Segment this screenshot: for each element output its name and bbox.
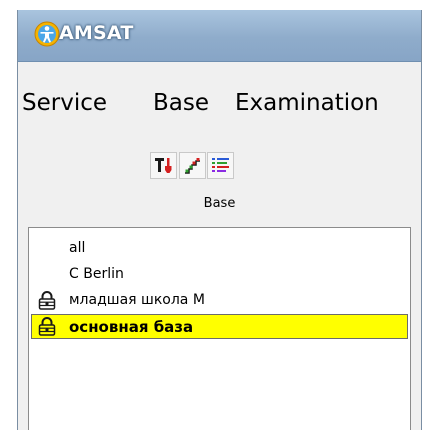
- list-item-label: C Berlin: [69, 266, 124, 282]
- list-item[interactable]: all: [31, 236, 408, 261]
- toolbar-group-label: Base: [203, 196, 236, 211]
- lock-icon: [38, 317, 56, 336]
- base-toolbar-group: Base: [18, 140, 421, 220]
- app-window: AMSAT Service Base Examination Base all …: [17, 10, 422, 430]
- chart-button[interactable]: [179, 152, 206, 179]
- list-item-label: младшая школа М: [69, 292, 205, 308]
- list-item-label: основная база: [69, 318, 194, 336]
- person-logo-icon: [34, 21, 60, 47]
- tools-button[interactable]: [150, 152, 177, 179]
- stairs-chart-icon: [185, 158, 200, 174]
- color-list-icon: [212, 158, 229, 172]
- app-title: AMSAT: [59, 22, 134, 44]
- list-item-selected[interactable]: основная база: [31, 314, 408, 339]
- menu-examination[interactable]: Examination: [235, 90, 379, 116]
- lock-icon: [38, 291, 56, 310]
- list-button[interactable]: [207, 152, 234, 179]
- list-item[interactable]: младшая школа М: [31, 288, 408, 313]
- list-item-label: all: [69, 240, 86, 256]
- tools-icon: [155, 158, 172, 173]
- list-item[interactable]: C Berlin: [31, 262, 408, 287]
- base-list[interactable]: all C Berlin младшая школа М основная ба…: [28, 227, 411, 430]
- menu-bar: Service Base Examination: [18, 62, 421, 148]
- menu-service[interactable]: Service: [22, 90, 107, 116]
- menu-base[interactable]: Base: [153, 90, 209, 116]
- title-bar[interactable]: AMSAT: [18, 10, 421, 62]
